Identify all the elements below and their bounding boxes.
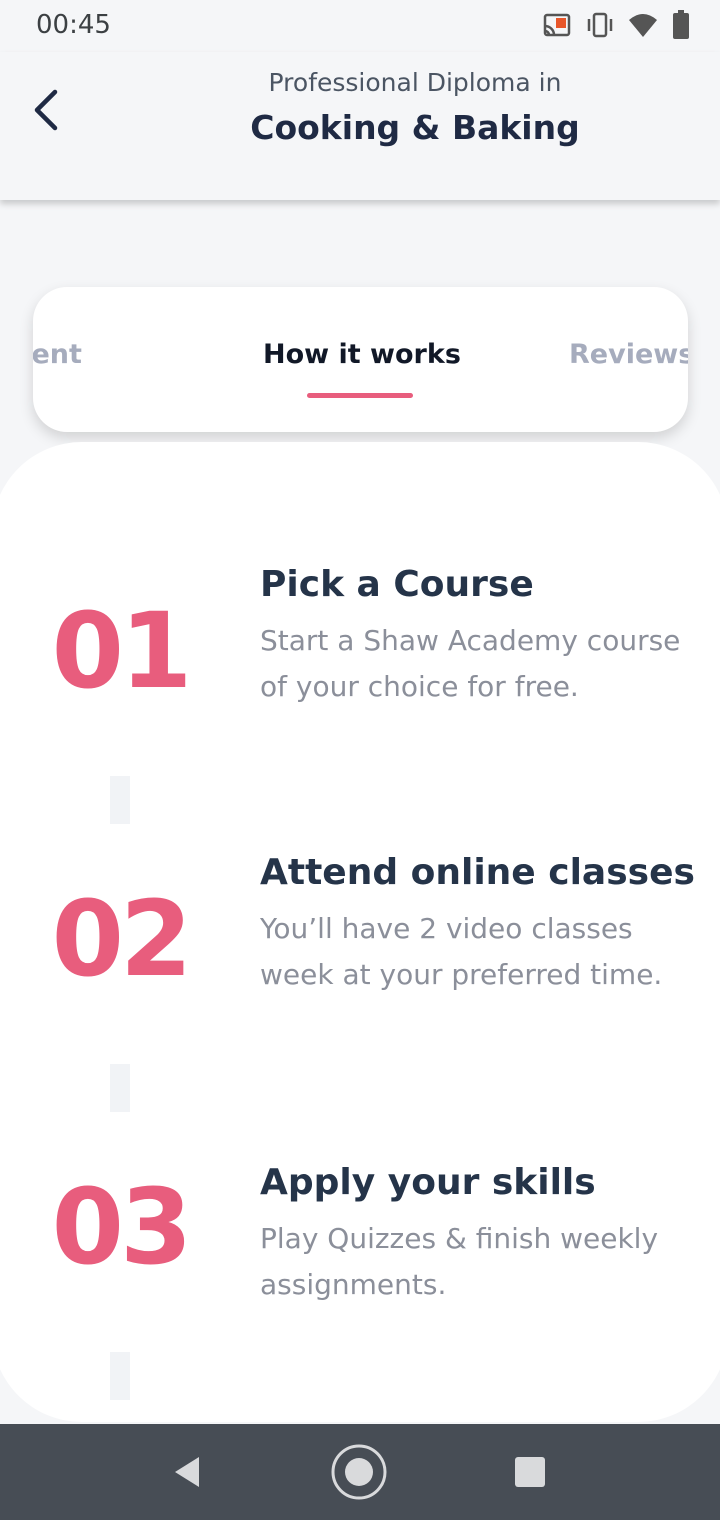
nav-home-button[interactable] [331,1444,387,1500]
step-number: 01 [51,590,193,712]
back-triangle-icon [175,1457,199,1487]
step-title: Apply your skills [260,1162,596,1203]
step-connector [110,1064,130,1112]
vibrate-icon [586,12,614,42]
cast-icon [542,12,572,42]
step-connector [110,1352,130,1400]
status-time: 00:45 [36,10,111,40]
step-description: You’ll have 2 video classes week at your… [260,912,663,991]
recents-square-icon [515,1457,545,1487]
tab-how-it-works[interactable]: How it works [263,339,461,379]
header: Professional Diploma in Cooking & Baking [0,52,720,200]
battery-icon [672,10,690,44]
status-bar: 00:45 [0,0,720,52]
wifi-icon [628,12,658,42]
tab-reviews[interactable]: Reviews [569,339,688,379]
step-number: 02 [51,878,193,1000]
tab-bar: Content How it works Reviews [33,287,688,432]
step-number: 03 [51,1166,193,1288]
status-icons [542,10,690,44]
nav-recents-button[interactable] [502,1444,558,1500]
home-circle-icon [331,1444,387,1500]
step-connector [110,776,130,824]
tab-content[interactable]: Content [33,339,82,379]
step-description: Play Quizzes & finish weekly assignments… [260,1222,659,1301]
step-description: Start a Shaw Academy course of your choi… [260,624,681,703]
system-nav-bar [0,1424,720,1520]
active-tab-indicator [307,393,413,398]
nav-back-button[interactable] [160,1444,216,1500]
step-title: Attend online classes [260,852,695,893]
course-title: Cooking & Baking [250,108,580,147]
step-title: Pick a Course [260,564,534,605]
course-subtitle: Professional Diploma in [268,68,562,97]
